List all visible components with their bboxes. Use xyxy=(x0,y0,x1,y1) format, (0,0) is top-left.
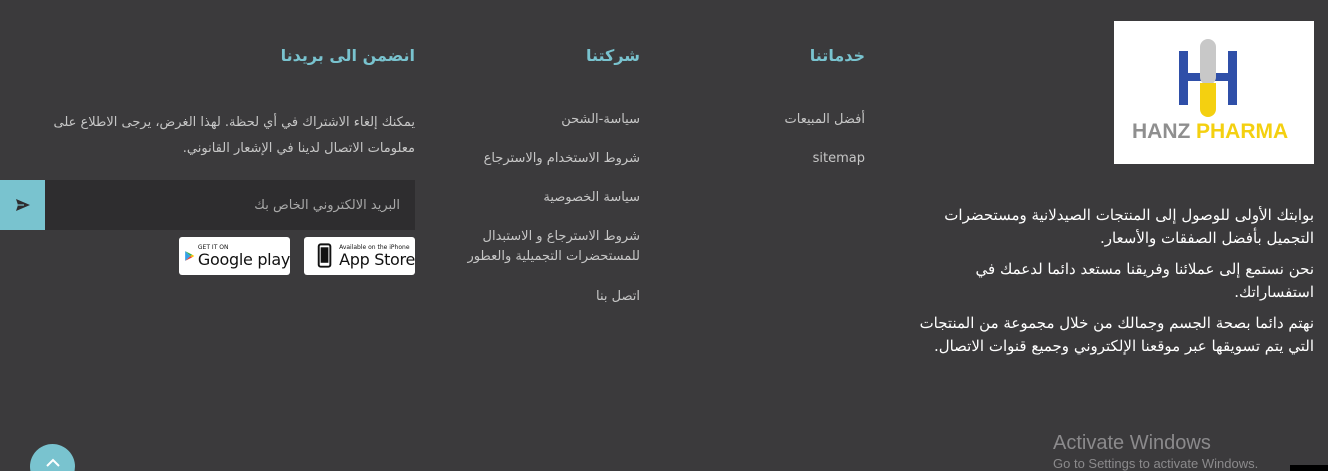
google-play-icon xyxy=(185,251,195,261)
link-returns-cosmetics[interactable]: شروط الاسترجاع و الاستبدال للمستحضرات ال… xyxy=(440,227,640,267)
app-store-big-text: App Store xyxy=(339,249,415,269)
logo-text-pharma: PHARMA xyxy=(1196,120,1288,143)
brand-logo[interactable]: HANZ PHARMA xyxy=(1114,21,1314,164)
link-privacy-policy[interactable]: سياسة الخصوصية xyxy=(440,188,640,208)
google-play-big-text: Google play xyxy=(197,249,290,269)
about-paragraph: نهتم دائما بصحة الجسم وجمالك من خلال مجم… xyxy=(919,314,1314,355)
about-paragraph: بوابتك الأولى للوصول إلى المنتجات الصيدل… xyxy=(944,206,1314,247)
app-store-badge[interactable]: Available on the iPhone App Store xyxy=(304,237,415,275)
scroll-to-top-button[interactable] xyxy=(30,444,75,471)
company-title: شركتنا xyxy=(585,46,640,65)
about-paragraph: نحن نستمع إلى عملائنا وفريقنا مستعد دائم… xyxy=(975,260,1315,301)
google-play-badge[interactable]: GET IT ON Google play xyxy=(179,237,290,275)
link-contact-us[interactable]: اتصل بنا xyxy=(440,287,640,307)
newsletter-form xyxy=(0,180,415,230)
link-terms-of-use[interactable]: شروط الاستخدام والاسترجاع xyxy=(440,149,640,169)
newsletter-description: يمكنك إلغاء الاشتراك في أي لحظة. لهذا ال… xyxy=(53,115,416,156)
watermark-title: Activate Windows xyxy=(1053,432,1211,454)
logo-text-hanz: HANZ xyxy=(1132,120,1190,143)
about-section: بوابتك الأولى للوصول إلى المنتجات الصيدل… xyxy=(898,204,1314,366)
link-best-sellers[interactable]: أفضل المبيعات xyxy=(785,112,865,127)
chevron-up-icon xyxy=(45,458,60,467)
link-sitemap[interactable]: sitemap xyxy=(813,151,865,166)
newsletter-title: انضمن الى بريدنا xyxy=(280,46,415,65)
taskbar-edge xyxy=(1290,465,1328,471)
email-input[interactable] xyxy=(45,180,415,230)
watermark-subtitle: Go to Settings to activate Windows. xyxy=(1053,456,1259,471)
send-button[interactable] xyxy=(0,180,45,230)
link-shipping-policy[interactable]: سياسة-الشحن xyxy=(440,110,640,130)
hanzpharma-logo-mark: HANZ PHARMA xyxy=(1132,39,1288,143)
iphone-icon xyxy=(317,243,332,268)
services-title: خدماتنا xyxy=(809,46,865,65)
send-icon xyxy=(15,199,30,211)
activate-windows-watermark: Activate Windows Go to Settings to activ… xyxy=(1053,432,1258,471)
